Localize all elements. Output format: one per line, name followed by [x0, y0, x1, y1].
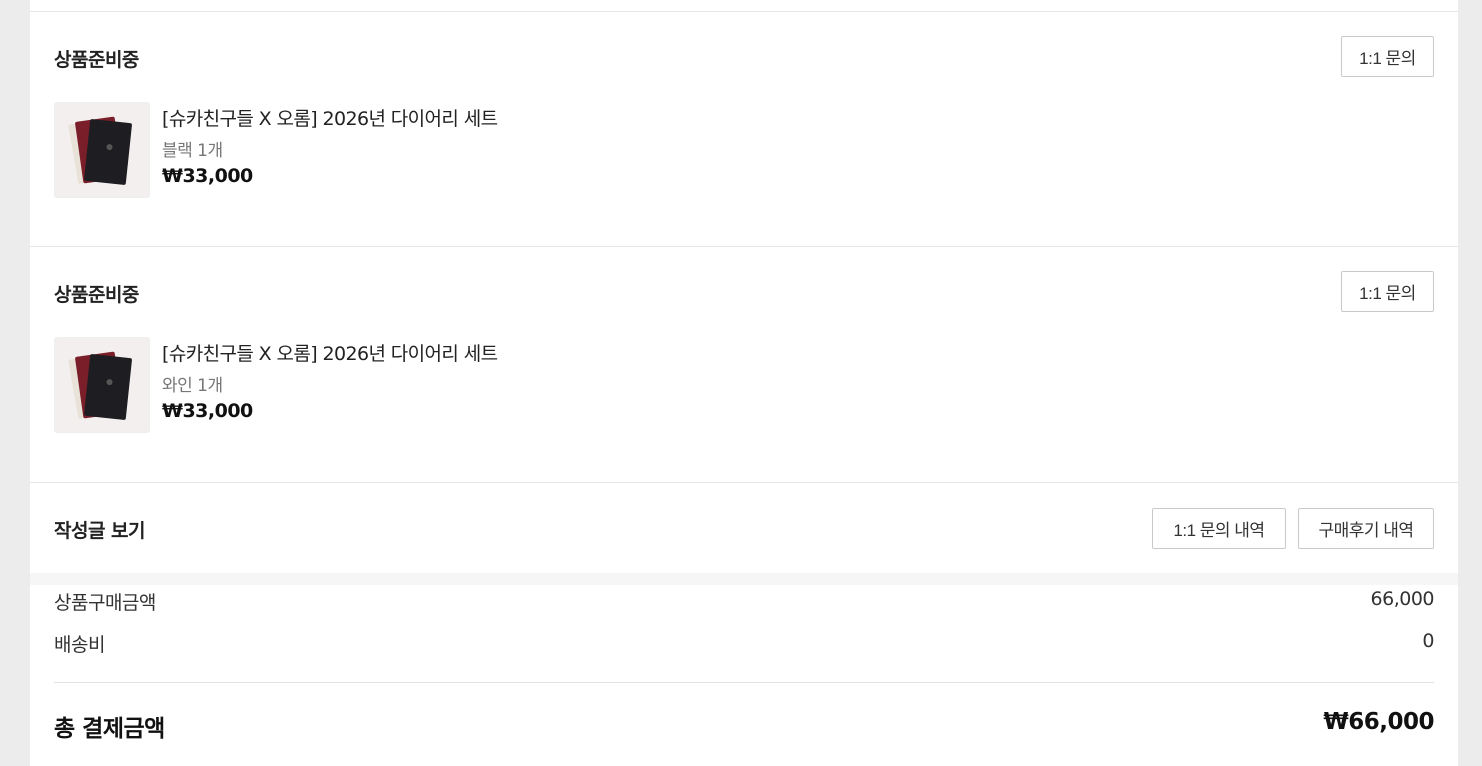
diary-set-thumbnail-icon: [55, 338, 149, 432]
product-option: 블랙 1개: [162, 141, 223, 161]
product-thumbnail[interactable]: [54, 102, 150, 198]
inquiry-button[interactable]: 1:1 문의: [1341, 36, 1434, 77]
total-payment-row: 총 결제금액 ₩66,000: [54, 709, 1434, 743]
total-payment-value: ₩66,000: [1323, 709, 1434, 735]
posts-section: 작성글 보기 1:1 문의 내역 구매후기 내역: [30, 483, 1458, 573]
order-item-1: 상품준비중 1:1 문의 [슈카친구들 X 오롬] 2026년 다이어리 세트 …: [30, 12, 1458, 247]
order-detail-panel: 상품준비중 1:1 문의 [슈카친구들 X 오롬] 2026년 다이어리 세트 …: [30, 0, 1458, 766]
goods-amount-value: 66,000: [1370, 588, 1435, 610]
goods-amount-row: 상품구매금액 66,000: [54, 588, 1435, 615]
product-price: ₩33,000: [162, 165, 253, 187]
section-gap: [30, 573, 1458, 585]
order-item-2: 상품준비중 1:1 문의 [슈카친구들 X 오롬] 2026년 다이어리 세트 …: [30, 247, 1458, 483]
product-thumbnail[interactable]: [54, 337, 150, 433]
inquiry-history-button[interactable]: 1:1 문의 내역: [1152, 508, 1286, 549]
shipping-label: 배송비: [54, 634, 105, 656]
posts-title: 작성글 보기: [54, 520, 146, 542]
total-payment-label: 총 결제금액: [54, 716, 165, 742]
goods-amount-label: 상품구매금액: [54, 592, 156, 614]
order-status: 상품준비중: [54, 49, 139, 71]
product-price: ₩33,000: [162, 400, 253, 422]
order-status: 상품준비중: [54, 284, 139, 306]
shipping-row: 배송비 0: [54, 630, 1434, 657]
review-history-button[interactable]: 구매후기 내역: [1298, 508, 1434, 549]
inquiry-button[interactable]: 1:1 문의: [1341, 271, 1434, 312]
product-name[interactable]: [슈카친구들 X 오롬] 2026년 다이어리 세트: [162, 104, 498, 131]
product-name[interactable]: [슈카친구들 X 오롬] 2026년 다이어리 세트: [162, 339, 498, 366]
diary-set-thumbnail-icon: [55, 103, 149, 197]
product-option: 와인 1개: [162, 376, 223, 396]
shipping-value: 0: [1422, 630, 1434, 652]
divider: [54, 682, 1434, 683]
